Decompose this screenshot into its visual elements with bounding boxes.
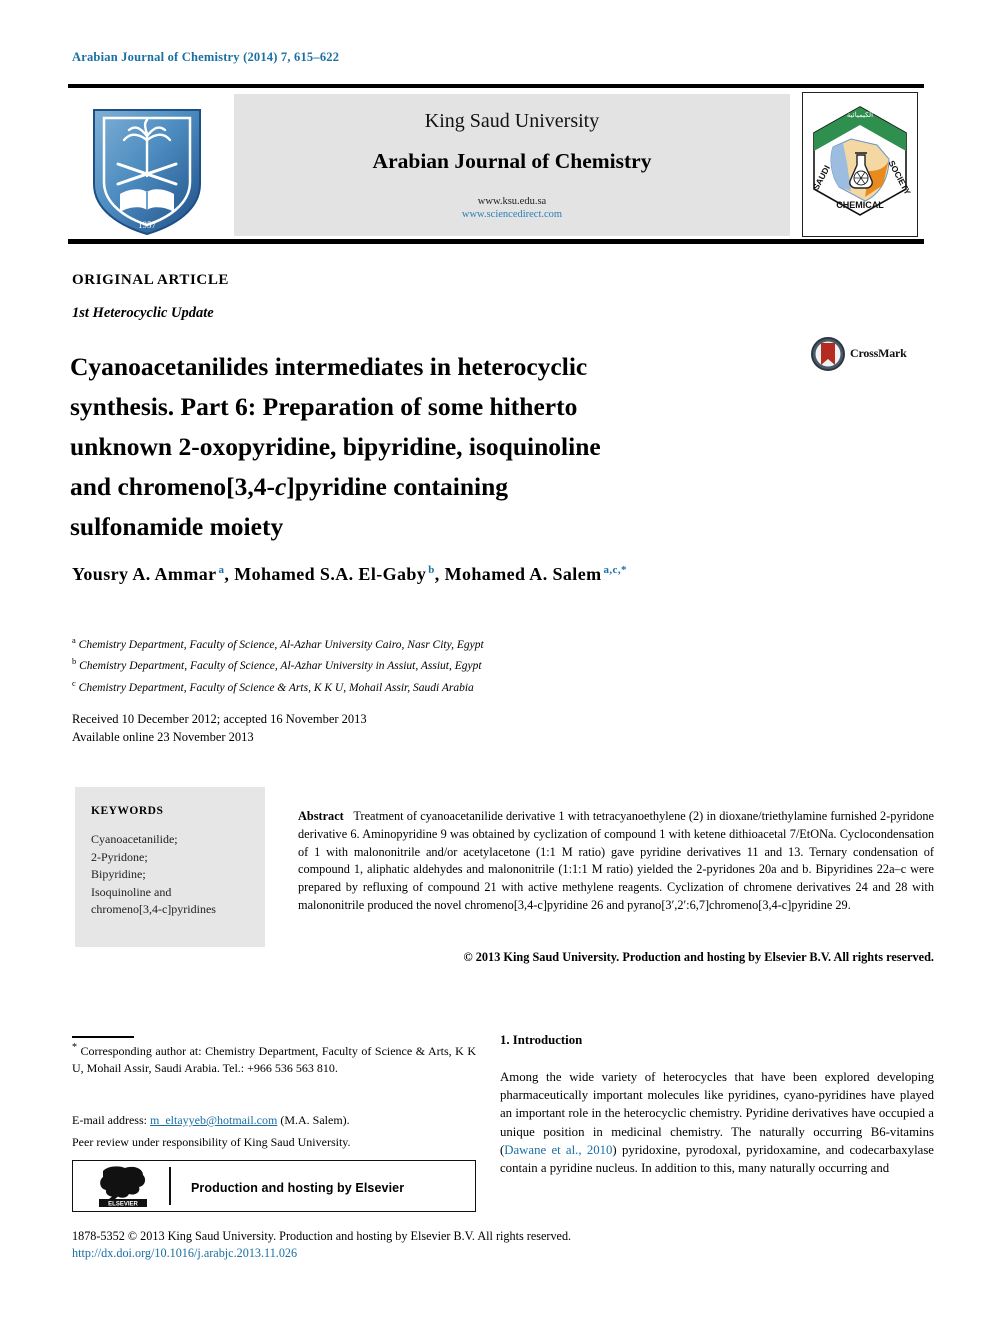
author-sep-1: , [224,564,235,584]
doi-link[interactable]: http://dx.doi.org/10.1016/j.arabjc.2013.… [72,1246,297,1261]
author-list: Yousry A. Ammar a, Mohamed S.A. El-Gaby b,… [72,564,872,585]
journal-title-panel: King Saud University Arabian Journal of … [234,94,790,236]
affiliation-text-c: Chemistry Department, Faculty of Science… [78,681,474,694]
introduction-body: Among the wide variety of heterocycles t… [500,1068,934,1177]
ksu-website-link[interactable]: www.ksu.edu.sa [234,196,790,207]
crossmark-label: CrossMark [850,346,907,360]
abstract-heading: Abstract [298,809,344,823]
elsevier-box-divider [169,1167,171,1205]
corresponding-author-note: * Corresponding author at: Chemistry Dep… [72,1040,476,1076]
article-series-label: 1st Heterocyclic Update [72,305,214,321]
article-type-label: ORIGINAL ARTICLE [72,272,230,288]
affiliation-list: a Chemistry Department, Faculty of Scien… [72,632,772,696]
header-rule-top [68,84,924,88]
page-title: Cyanoacetanilides intermediates in heter… [70,347,710,547]
email-label: E-mail address: [72,1113,147,1127]
article-dates: Received 10 December 2012; accepted 16 N… [72,711,367,746]
affiliation-item: c Chemistry Department, Faculty of Scien… [72,675,772,696]
scs-label-chemical: CHEMICAL [836,200,884,210]
author-name-1: Yousry A. Ammar [72,564,217,584]
elsevier-production-label: Production and hosting by Elsevier [191,1181,405,1195]
author-name-3: Mohamed A. Salem [444,564,602,584]
affiliation-item: b Chemistry Department, Faculty of Scien… [72,653,772,674]
email-note: E-mail address: m_eltayyeb@hotmail.com (… [72,1113,476,1128]
title-line-3: unknown 2-oxopyridine, bipyridine, isoqu… [70,432,601,462]
abstract-section: Abstract Treatment of cyanoacetanilide d… [298,808,934,915]
keyword-item: chromeno[3,4-c]pyridines [91,902,216,916]
article-page: Arabian Journal of Chemistry (2014) 7, 6… [0,0,992,1323]
keywords-list: Cyanoacetanilide; 2-Pyridone; Bipyridine… [91,831,216,919]
scs-arabic-label: الكيميائية [847,111,873,119]
elsevier-tree-icon: ELSEVIER [99,1166,147,1208]
publisher-name: King Saud University [424,110,600,132]
footnote-divider [72,1036,134,1038]
keyword-item: Isoquinoline and [91,884,172,899]
saudi-chemical-society-logo: الكيميائية SAUDI SOCIETY CHEMICAL [811,106,913,216]
journal-name: Arabian Journal of Chemistry [372,149,652,173]
author-affil-mark-3: a,c,* [603,564,627,576]
title-line-5: sulfonamide moiety [70,512,284,542]
running-head: Arabian Journal of Chemistry (2014) 7, 6… [72,50,340,64]
journal-header-band: 1957 King Saud University Arabian Journa… [68,90,924,238]
header-rule-bottom [68,239,924,244]
corresponding-author-star: * [72,1042,77,1053]
keyword-item: 2-Pyridone; [91,849,148,864]
abstract-body: Treatment of cyanoacetanilide derivative… [298,809,934,912]
elsevier-production-box: ELSEVIER Production and hosting by Elsev… [72,1160,476,1212]
title-line-4b: ]pyridine containing [286,472,509,502]
affiliation-mark-a: a [72,635,76,645]
keywords-heading: KEYWORDS [91,805,164,817]
author-affil-mark-2: b [428,564,435,576]
king-saud-university-logo: 1957 [93,109,201,236]
title-line-2: synthesis. Part 6: Preparation of some h… [70,392,578,422]
crossmark-badge[interactable]: CrossMark [810,336,926,372]
keyword-item: Bipyridine; [91,867,146,881]
keyword-item: Cyanoacetanilide; [91,832,178,846]
affiliation-mark-c: c [72,677,76,688]
affiliation-item: a Chemistry Department, Faculty of Scien… [72,632,772,653]
author-sep-2: , [434,564,445,584]
affiliation-mark-b: b [72,656,77,667]
keywords-box: KEYWORDS Cyanoacetanilide; 2-Pyridone; B… [75,787,265,947]
crossmark-icon [811,337,845,371]
email-owner: (M.A. Salem). [280,1113,350,1127]
sciencedirect-link[interactable]: www.sciencedirect.com [234,209,790,220]
title-line-4-italic: c [274,472,287,502]
svg-text:1957: 1957 [138,220,157,230]
peer-review-note: Peer review under responsibility of King… [72,1135,351,1149]
affiliation-text-a: Chemistry Department, Faculty of Science… [78,638,484,651]
available-online-date: Available online 23 November 2013 [72,729,254,744]
received-date: Received 10 December 2012; accepted 16 N… [72,712,367,726]
author-name-2: Mohamed S.A. El-Gaby [234,564,427,584]
saudi-chemical-society-logo-box: الكيميائية SAUDI SOCIETY CHEMICAL [802,92,918,237]
corresponding-author-text: Corresponding author at: Chemistry Depar… [72,1044,477,1075]
title-line-1: Cyanoacetanilides intermediates in heter… [70,352,588,382]
email-link[interactable]: m_eltayyeb@hotmail.com [150,1113,277,1127]
title-line-4a: and chromeno[3,4- [70,472,275,502]
bottom-copyright: 1878-5352 © 2013 King Saud University. P… [72,1229,572,1243]
introduction-heading: 1. Introduction [500,1033,583,1047]
inline-citation-link[interactable]: Dawane et al., 2010 [504,1143,612,1157]
abstract-rights-line: © 2013 King Saud University. Production … [463,950,935,964]
affiliation-text-b: Chemistry Department, Faculty of Science… [79,660,482,673]
elsevier-wordmark: ELSEVIER [108,1202,138,1208]
